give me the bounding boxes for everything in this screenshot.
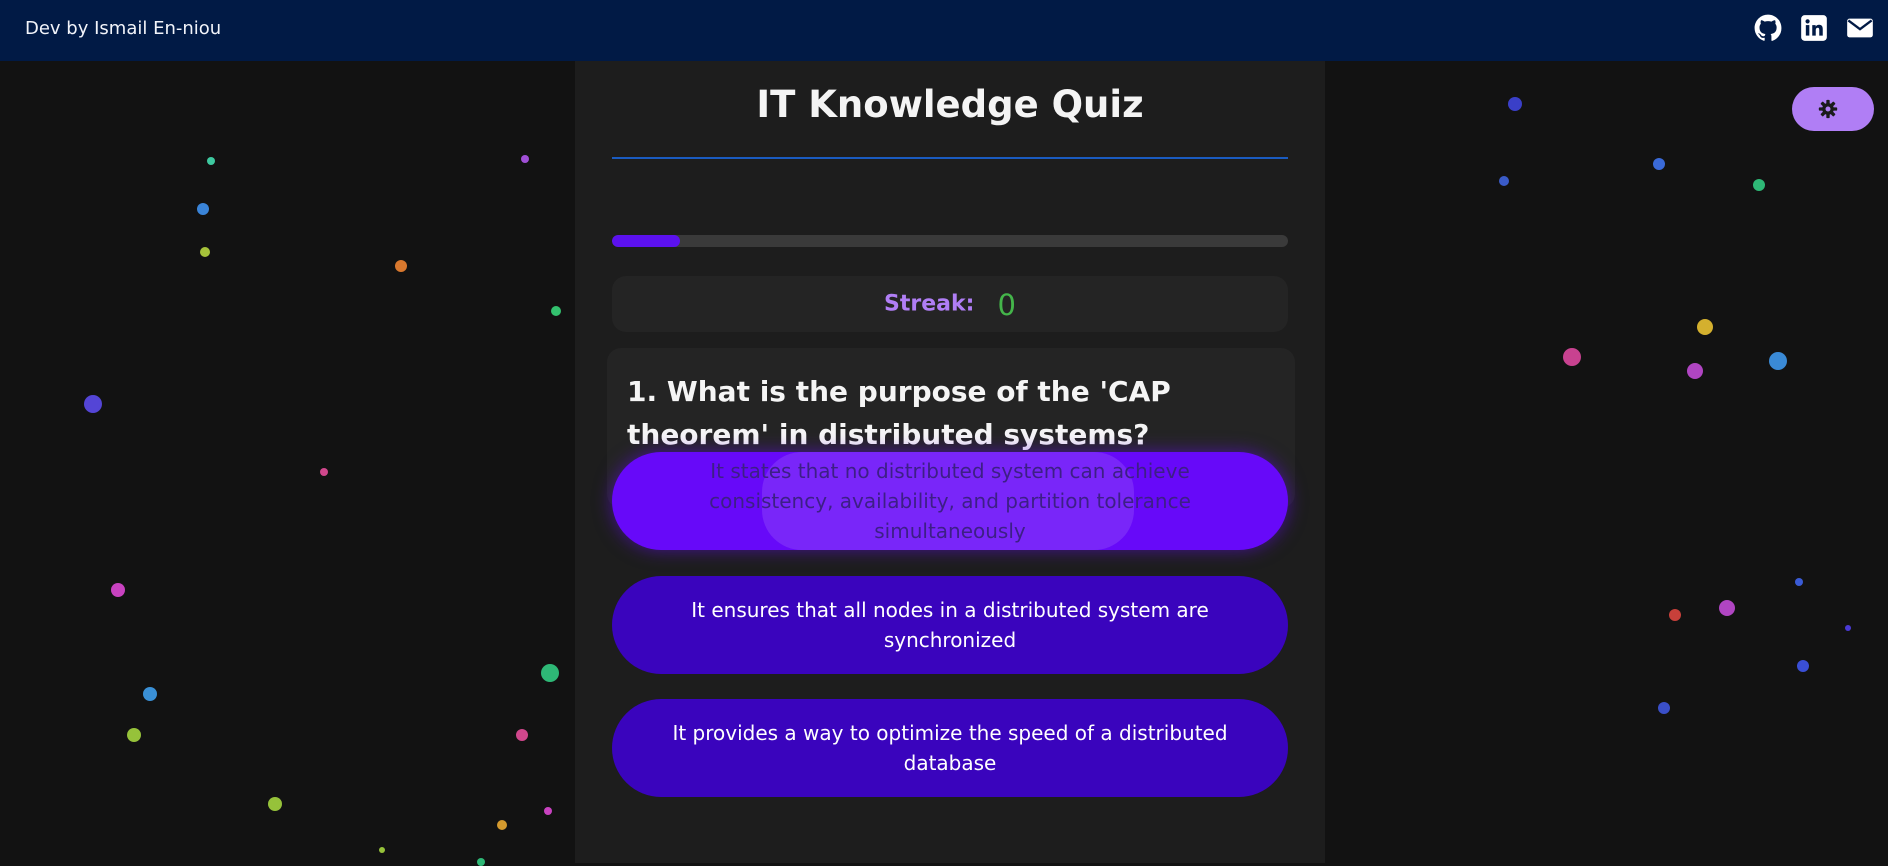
particle-dot [541, 664, 559, 682]
particle-dot [1508, 97, 1522, 111]
particle-dot [84, 395, 102, 413]
particle-dot [1797, 660, 1809, 672]
particle-dot [1795, 578, 1803, 586]
answer-option-3[interactable]: It provides a way to optimize the speed … [612, 699, 1288, 797]
particle-dot [1769, 352, 1787, 370]
particle-dot [127, 728, 141, 742]
mail-icon[interactable] [1846, 14, 1874, 42]
particle-dot [477, 858, 485, 866]
answer-option-2-label: It ensures that all nodes in a distribut… [691, 598, 1209, 652]
streak-label: Streak: [884, 291, 975, 317]
particle-dot [516, 729, 528, 741]
particle-dot [1845, 625, 1851, 631]
particle-dot [111, 583, 125, 597]
particle-dot [143, 687, 157, 701]
particle-dot [1719, 600, 1735, 616]
particle-dot [200, 247, 210, 257]
answer-option-1-label: It states that no distributed system can… [709, 459, 1191, 543]
particle-dot [497, 820, 507, 830]
answer-option-2[interactable]: It ensures that all nodes in a distribut… [612, 576, 1288, 674]
question-text: 1. What is the purpose of the 'CAP theor… [627, 375, 1171, 451]
answer-option-1[interactable]: It states that no distributed system can… [612, 452, 1288, 550]
particle-dot [1658, 702, 1670, 714]
linkedin-icon[interactable] [1800, 14, 1828, 42]
particle-dot [1499, 176, 1509, 186]
particle-dot [268, 797, 282, 811]
progress-bar [612, 235, 1288, 247]
particle-dot [1687, 363, 1703, 379]
linkedin-icon-svg [1801, 15, 1827, 41]
particle-dot [1697, 319, 1713, 335]
brand-text: Dev by Ismail En-niou [25, 18, 222, 39]
mail-icon-svg [1847, 18, 1873, 38]
answer-option-3-label: It provides a way to optimize the speed … [672, 721, 1228, 775]
quiz-card: IT Knowledge Quiz Streak: 0 1. What is t… [575, 61, 1325, 863]
particle-dot [1653, 158, 1665, 170]
particle-dot [320, 468, 328, 476]
particle-dot [379, 847, 385, 853]
particle-dot [395, 260, 407, 272]
streak-panel: Streak: 0 [612, 276, 1288, 332]
github-icon[interactable] [1754, 14, 1782, 42]
title-divider [612, 157, 1288, 159]
particle-dot [197, 203, 209, 215]
particle-dot [1753, 179, 1765, 191]
particle-dot [521, 155, 529, 163]
streak-value: 0 [997, 287, 1016, 322]
particle-dot [207, 157, 215, 165]
github-icon-svg [1754, 14, 1782, 41]
quiz-title: IT Knowledge Quiz [756, 83, 1144, 126]
particle-dot [551, 306, 561, 316]
particle-dot [1669, 609, 1681, 621]
top-bar: Dev by Ismail En-niou [0, 0, 1888, 61]
particle-dot [544, 807, 552, 815]
progress-fill [612, 235, 680, 247]
gear-icon [1818, 99, 1838, 119]
theme-toggle-button[interactable] [1792, 87, 1874, 131]
particle-dot [1563, 348, 1581, 366]
